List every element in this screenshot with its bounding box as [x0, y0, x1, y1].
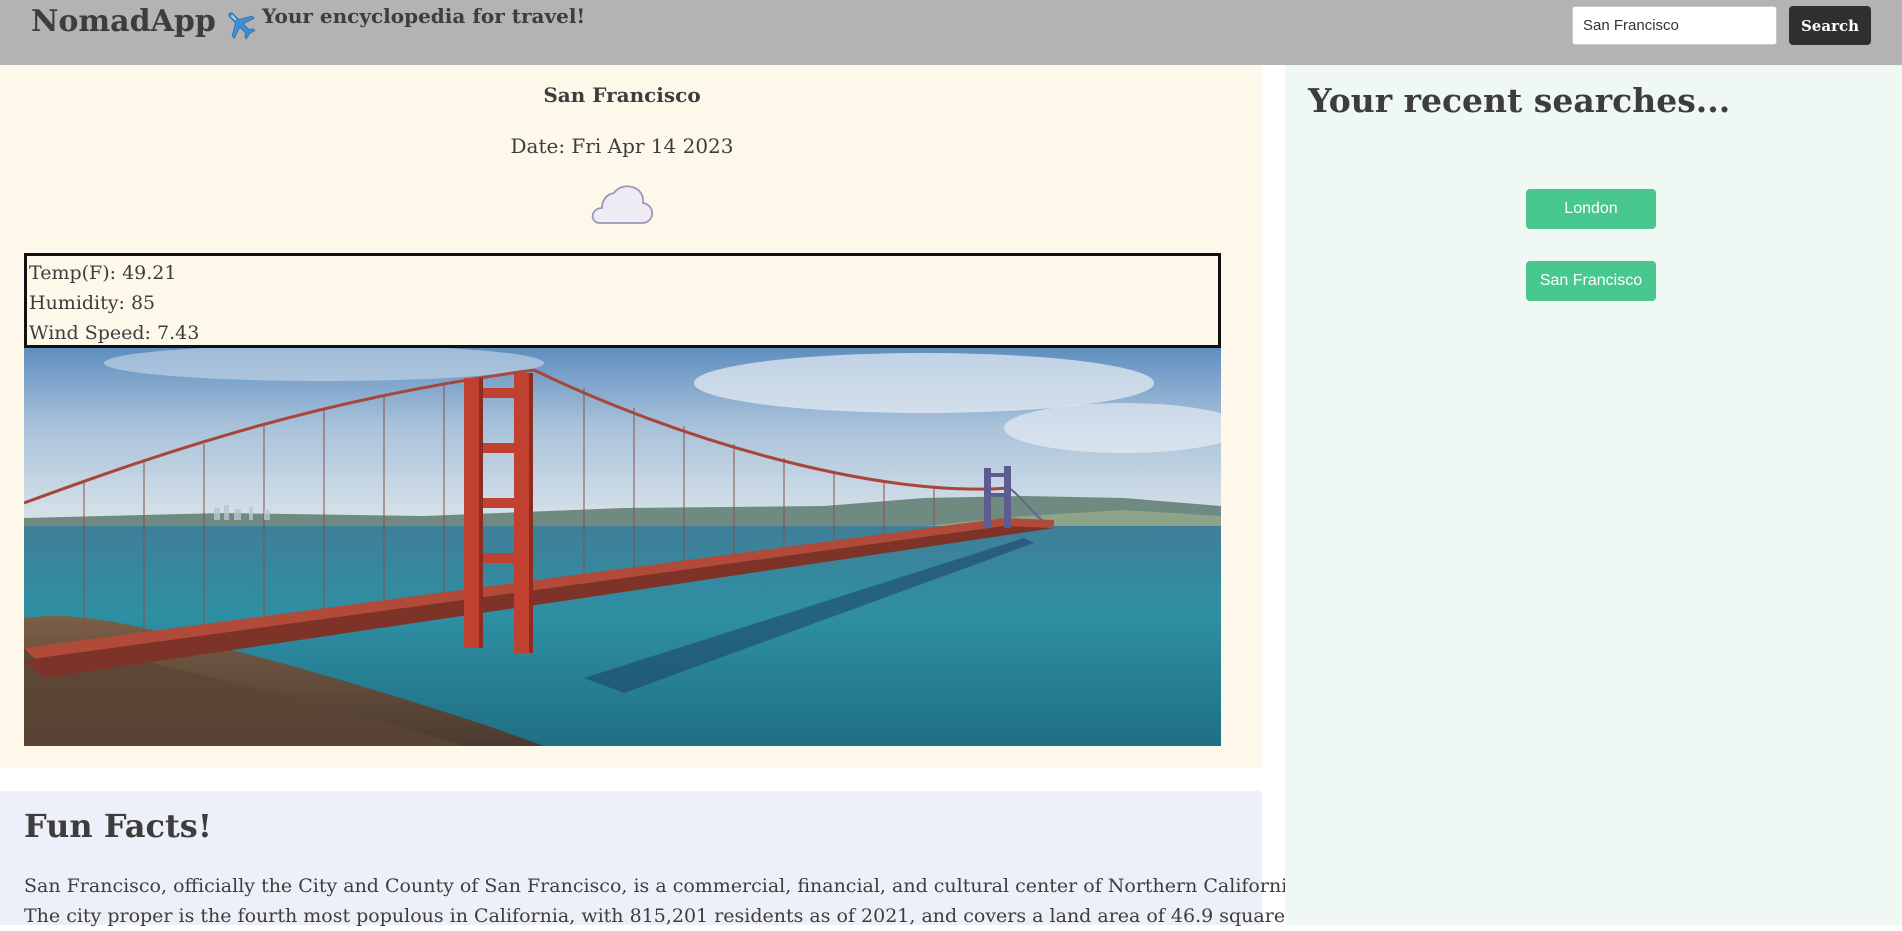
temperature-value: Temp(F): 49.21 — [29, 262, 177, 284]
recent-searches-panel: Your recent searches... London San Franc… — [1285, 65, 1902, 925]
wind-speed-value: Wind Speed: 7.43 — [29, 322, 200, 344]
app-tagline: Your encyclopedia for travel! — [262, 4, 586, 28]
cloud-icon — [591, 185, 654, 224]
search-button[interactable]: Search — [1789, 6, 1871, 45]
weather-date: Date: Fri Apr 14 2023 — [510, 134, 734, 158]
app-logo-text[interactable]: NomadApp — [31, 4, 216, 39]
recent-searches-title: Your recent searches... — [1308, 81, 1731, 120]
fun-facts-panel: Fun Facts! San Francisco, officially the… — [0, 791, 1348, 927]
fun-facts-title: Fun Facts! — [24, 807, 212, 845]
current-weather-panel: San Francisco Date: Fri Apr 14 2023 Temp… — [0, 65, 1262, 768]
weather-stats-box: Temp(F): 49.21 Humidity: 85 Wind Speed: … — [24, 253, 1221, 348]
airplane-icon — [228, 12, 256, 40]
recent-search-button-san-francisco[interactable]: San Francisco — [1526, 261, 1656, 301]
recent-search-button-london[interactable]: London — [1526, 189, 1656, 229]
city-search-input[interactable]: San Francisco — [1572, 6, 1777, 45]
city-photo — [24, 348, 1221, 746]
fun-facts-text: San Francisco, officially the City and C… — [24, 871, 1349, 931]
humidity-value: Humidity: 85 — [29, 292, 156, 314]
city-name: San Francisco — [543, 83, 701, 107]
fun-facts-line: San Francisco, officially the City and C… — [24, 875, 1305, 897]
top-navbar: NomadApp Your encyclopedia for travel! S… — [0, 0, 1902, 65]
fun-facts-line: The city proper is the fourth most popul… — [24, 905, 1349, 927]
